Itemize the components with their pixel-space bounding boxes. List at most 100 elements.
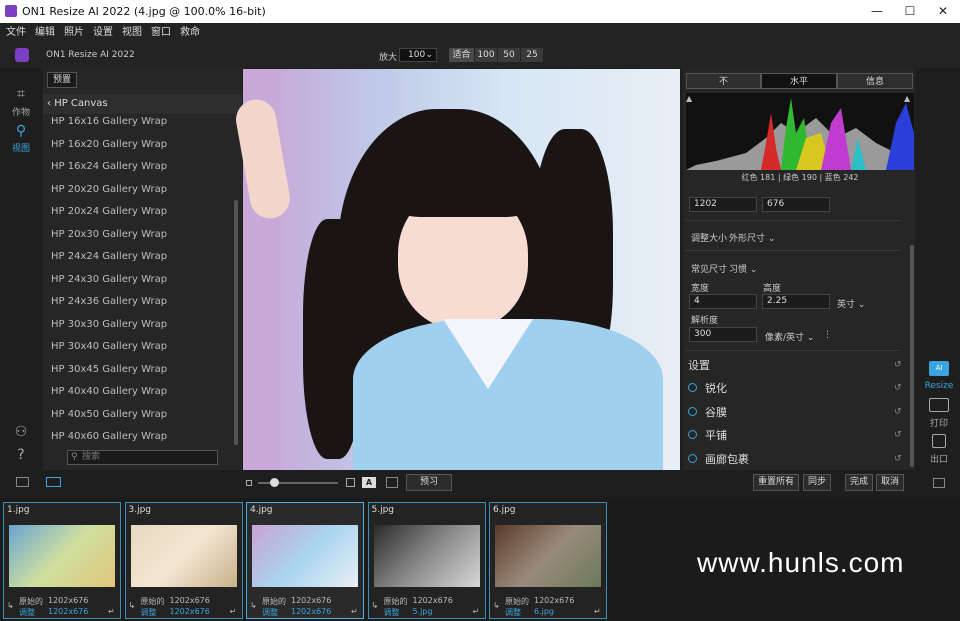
menu-file[interactable]: 文件 <box>6 23 26 42</box>
film-thumb[interactable]: 3.jpg 原始的 1202x676 调整 1202x676 ↳ ↵ <box>124 502 243 619</box>
panel-toggle-icon[interactable] <box>933 478 945 488</box>
menu-photo[interactable]: 照片 <box>64 23 84 42</box>
zoom-100-button[interactable]: 100 <box>475 48 497 62</box>
cancel-button[interactable]: 取消 <box>876 474 904 491</box>
resize-mode-dropdown[interactable]: 外形尺寸 ⌄ <box>729 231 775 244</box>
zoom-label: 放大 <box>379 53 398 63</box>
unit-dropdown[interactable]: 英寸 ⌄ <box>837 297 865 310</box>
height-input[interactable]: 2.25 <box>762 294 830 309</box>
browser-scrollbar[interactable] <box>234 200 238 445</box>
compare-icon[interactable] <box>386 477 398 488</box>
setting-item[interactable]: 平铺 <box>705 427 727 443</box>
reset-icon[interactable]: ↺ <box>894 454 902 464</box>
menu-window[interactable]: 窗口 <box>151 23 171 42</box>
preset-item[interactable]: HP 16x24 Gallery Wrap <box>51 161 167 172</box>
resolution-input[interactable]: 300 <box>689 327 757 342</box>
chevron-down-icon: ⌄ <box>767 234 776 244</box>
folder-back[interactable]: ‹ HP Canvas <box>47 98 108 109</box>
thumb-filename: 3.jpg <box>128 505 152 515</box>
film-thumb[interactable]: 5.jpg 原始的 1202x676 调整 5.jpg ↳ ↵ <box>367 502 486 619</box>
tab-none[interactable]: 不 <box>686 73 761 89</box>
shadow-clip-icon[interactable]: ▲ <box>686 94 692 103</box>
preset-item[interactable]: HP 40x60 Gallery Wrap <box>51 431 167 442</box>
minimize-button[interactable]: — <box>862 2 892 20</box>
tab-levels[interactable]: 水平 <box>761 73 837 89</box>
preset-item[interactable]: HP 16x16 Gallery Wrap <box>51 116 167 127</box>
crop-icon[interactable]: ⌗ <box>11 86 31 102</box>
panel-scrollbar[interactable] <box>910 245 914 467</box>
preset-button[interactable]: 预置 <box>47 72 77 88</box>
width-input[interactable]: 4 <box>689 294 757 309</box>
done-button[interactable]: 完成 <box>845 474 873 491</box>
ai-resize-icon[interactable]: AI <box>929 361 949 376</box>
zoom-fit-button[interactable]: 适合 <box>449 48 474 62</box>
crop-label[interactable]: 作物 <box>4 105 38 118</box>
reset-icon[interactable]: ↺ <box>894 383 902 393</box>
thumb-small-icon[interactable] <box>246 480 252 486</box>
preset-item[interactable]: HP 24x24 Gallery Wrap <box>51 251 167 262</box>
setting-item[interactable]: 画廊包裹 <box>705 451 749 467</box>
export-icon[interactable] <box>932 434 946 448</box>
preset-item[interactable]: HP 20x24 Gallery Wrap <box>51 206 167 217</box>
preview-button[interactable]: 预习 <box>406 474 452 491</box>
toggle-circle-icon[interactable] <box>688 406 697 416</box>
thumb-large-icon[interactable] <box>346 478 355 487</box>
toggle-circle-icon[interactable] <box>688 453 697 463</box>
user-icon[interactable]: ⚇ <box>11 424 31 440</box>
zoom-select[interactable]: 100 ⌄ <box>399 48 437 62</box>
sync-button[interactable]: 同步 <box>803 474 831 491</box>
close-button[interactable]: ✕ <box>928 2 958 20</box>
preset-item[interactable]: HP 24x30 Gallery Wrap <box>51 274 167 285</box>
main-image[interactable] <box>232 69 680 470</box>
print-label[interactable]: 打印 <box>922 416 956 429</box>
text-overlay-icon[interactable]: A <box>362 477 376 488</box>
reset-all-button[interactable]: 重置所有 <box>753 474 799 491</box>
reset-icon[interactable]: ↺ <box>894 360 902 370</box>
pixel-width-field[interactable]: 1202 <box>689 197 757 212</box>
common-size-dropdown[interactable]: 习惯 ⌄ <box>729 262 757 275</box>
pixel-height-field[interactable]: 676 <box>762 197 830 212</box>
preset-item[interactable]: HP 20x30 Gallery Wrap <box>51 229 167 240</box>
more-options-icon[interactable]: ⋮ <box>823 330 832 340</box>
common-size-value: 习惯 <box>729 265 748 275</box>
toggle-circle-icon[interactable] <box>688 430 697 439</box>
menu-help[interactable]: 救命 <box>180 23 200 42</box>
menu-edit[interactable]: 编辑 <box>35 23 55 42</box>
preset-item[interactable]: HP 30x45 Gallery Wrap <box>51 364 167 375</box>
highlight-clip-icon[interactable]: ▲ <box>904 94 910 103</box>
slider-handle[interactable] <box>270 478 279 487</box>
export-label[interactable]: 出口 <box>922 452 956 465</box>
setting-item[interactable]: 锐化 <box>705 380 727 396</box>
filmstrip-view-icon[interactable] <box>46 477 61 487</box>
view-icon[interactable]: ⚲ <box>11 123 31 139</box>
preset-item[interactable]: HP 20x20 Gallery Wrap <box>51 184 167 195</box>
zoom-25-button[interactable]: 25 <box>521 48 543 62</box>
thumb-orig-label: 原始的 <box>19 597 43 606</box>
preset-item[interactable]: HP 40x50 Gallery Wrap <box>51 409 167 420</box>
film-thumb[interactable]: 6.jpg 原始的 1202x676 调整 6.jpg ↳ ↵ <box>489 502 607 619</box>
menu-view[interactable]: 视图 <box>122 23 142 42</box>
reset-icon[interactable]: ↺ <box>894 407 902 417</box>
preset-item[interactable]: HP 24x36 Gallery Wrap <box>51 296 167 307</box>
setting-item[interactable]: 谷膜 <box>705 404 727 420</box>
view-label[interactable]: 视图 <box>4 141 38 154</box>
preset-item[interactable]: HP 30x40 Gallery Wrap <box>51 341 167 352</box>
resize-tool-label[interactable]: Resize <box>922 381 956 391</box>
reset-icon[interactable]: ↺ <box>894 430 902 440</box>
search-input[interactable]: 搜索 <box>67 450 218 465</box>
zoom-50-button[interactable]: 50 <box>498 48 520 62</box>
maximize-button[interactable]: ☐ <box>895 2 925 20</box>
film-thumb[interactable]: 4.jpg 原始的 1202x676 调整 1202x676 ↳ ↵ <box>246 502 364 619</box>
menu-settings[interactable]: 设置 <box>93 23 113 42</box>
resize-mode-label: 调整大小 <box>691 234 728 244</box>
preset-item[interactable]: HP 30x30 Gallery Wrap <box>51 319 167 330</box>
help-icon[interactable]: ? <box>11 447 31 463</box>
single-view-icon[interactable] <box>16 477 29 487</box>
film-thumb[interactable]: 1.jpg 原始的 1202x676 调整 1202x676 ↳ ↵ <box>3 502 121 619</box>
preset-item[interactable]: HP 40x40 Gallery Wrap <box>51 386 167 397</box>
resolution-unit-dropdown[interactable]: 像素/英寸 ⌄ <box>765 330 814 343</box>
tab-info[interactable]: 信息 <box>837 73 913 89</box>
preset-item[interactable]: HP 16x20 Gallery Wrap <box>51 139 167 150</box>
print-icon[interactable] <box>929 398 949 412</box>
toggle-circle-icon[interactable] <box>688 383 697 392</box>
